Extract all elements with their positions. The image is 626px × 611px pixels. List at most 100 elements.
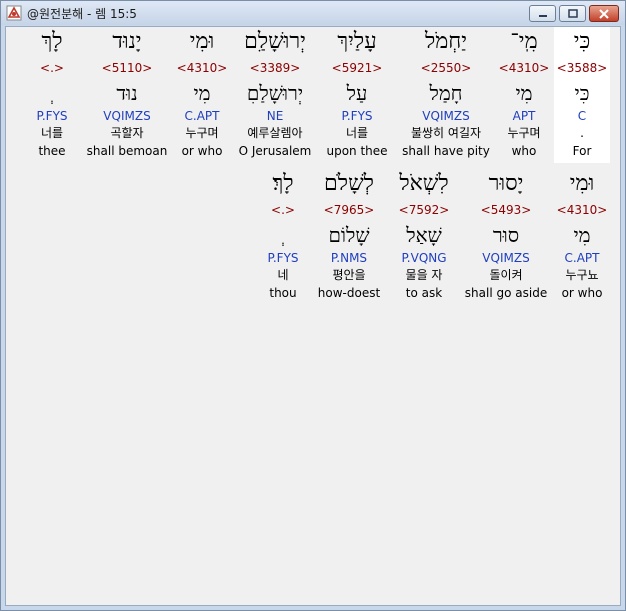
- lexical-form: מִי: [573, 223, 591, 247]
- window-title: @원전분해 - 렘 15:5: [27, 7, 137, 21]
- korean-gloss: 돌이켜: [489, 268, 523, 282]
- strongs-number: <3389>: [249, 61, 301, 75]
- morphology-code: P.FYS: [36, 109, 68, 123]
- english-gloss: who: [511, 144, 537, 158]
- morphology-code: P.FYS: [341, 109, 373, 123]
- word-column[interactable]: לָךְ <.>ְ P.FYS 너를 thee: [30, 27, 74, 163]
- korean-gloss: 불쌍히 여길자: [410, 126, 482, 140]
- close-button[interactable]: [589, 5, 619, 22]
- strongs-number: <5110>: [101, 61, 153, 75]
- lexical-form: שָׁלוֹם: [328, 223, 370, 247]
- hebrew-word: כִּי: [573, 29, 591, 54]
- morphology-code: P.VQNG: [401, 251, 447, 265]
- word-column[interactable]: וּמִי <4310> מִי C.APT 누구뇨 or who: [554, 169, 610, 305]
- morphology-code: APT: [512, 109, 536, 123]
- korean-gloss: 너를: [40, 126, 64, 140]
- word-column[interactable]: יְרוּשָׁלִַם <3389> יְרוּשָׁלַםִ NE 예루살렘아 O J…: [232, 27, 318, 163]
- word-column[interactable]: וּמִי <4310> מִי C.APT 누구며 or who: [174, 27, 230, 163]
- close-icon: [599, 9, 609, 19]
- lexical-form: נוּד: [116, 81, 138, 105]
- hebrew-word: יַחְמֹל: [424, 29, 468, 54]
- hebrew-word: לָךְ׃: [272, 171, 294, 196]
- word-column[interactable]: כִּי <3588> כִּי C. For: [554, 27, 610, 163]
- hebrew-word: יְרוּשָׁלִַם: [244, 29, 306, 54]
- strongs-number: <4310>: [498, 61, 550, 75]
- english-gloss: shall go aside: [464, 286, 548, 300]
- morphology-code: NE: [266, 109, 284, 123]
- word-column[interactable]: לְשָׁלֹם <7965> שָׁלוֹם P.NMS 평안을 how-doest: [314, 169, 384, 305]
- word-column[interactable]: יַחְמֹל <2550> חָמַל VQIMZS 불쌍히 여길자 shall hav…: [396, 27, 496, 163]
- english-gloss: For: [572, 144, 592, 158]
- strongs-number: <7592>: [398, 203, 450, 217]
- hebrew-word: לִשְׁאֹל: [399, 171, 449, 196]
- korean-gloss: 누구뇨: [565, 268, 599, 282]
- word-column[interactable]: יָנוּד <5110> נוּד VQIMZS 곡할자 shall bemoan: [82, 27, 172, 163]
- korean-gloss: 너를: [345, 126, 369, 140]
- strongs-number: <.>: [40, 61, 64, 75]
- hebrew-word: וּמִי: [189, 29, 215, 54]
- english-gloss: thou: [269, 286, 297, 300]
- word-column[interactable]: לִשְׁאֹל <7592> שָׁאַל P.VQNG 물을 자 to ask: [384, 169, 464, 305]
- english-gloss: thee: [38, 144, 66, 158]
- lexical-form: עַל: [346, 81, 368, 105]
- korean-gloss: 예루살렘아: [247, 126, 303, 140]
- lexical-form: מִי: [193, 81, 211, 105]
- strongs-number: <.>: [271, 203, 295, 217]
- hebrew-word: מִֽי־: [510, 29, 538, 54]
- word-column[interactable]: מִֽי־ <4310> מִי APT 누구며 who: [496, 27, 552, 163]
- english-gloss: how-doest: [317, 286, 381, 300]
- korean-gloss: 네: [277, 268, 289, 282]
- hebrew-word: יָסוּר: [488, 171, 524, 196]
- english-gloss: shall have pity: [402, 144, 490, 158]
- lexical-form: חָמַל: [429, 81, 463, 105]
- english-gloss: or who: [181, 144, 223, 158]
- app-window: @원전분해 - 렘 15:5 כִּי <3588> כִּי C. For מִֽי־ <…: [0, 0, 626, 611]
- hebrew-word: עָלַיִךְ: [337, 29, 377, 54]
- strongs-number: <4310>: [176, 61, 228, 75]
- korean-gloss: 물을 자: [405, 268, 443, 282]
- restore-icon: [567, 9, 578, 18]
- morphology-code: VQIMZS: [482, 251, 530, 265]
- title-bar[interactable]: @원전분해 - 렘 15:5: [1, 1, 625, 25]
- lexical-form: סוּר: [492, 223, 520, 247]
- hebrew-word: לְשָׁלֹם: [324, 171, 374, 196]
- hebrew-word: יָנוּד: [112, 29, 142, 54]
- morphology-code: P.NMS: [330, 251, 368, 265]
- interlinear-panel: כִּי <3588> כִּי C. For מִֽי־ <4310> מִי APT 누구며 w…: [5, 26, 621, 606]
- english-gloss: upon thee: [326, 144, 388, 158]
- lexical-form: ְ: [260, 223, 306, 247]
- lexical-form: כִּי: [574, 81, 590, 105]
- english-gloss: O Jerusalem: [238, 144, 312, 158]
- minimize-icon: [538, 15, 547, 17]
- word-column[interactable]: לָךְ׃ <.>ְ P.FYS 네 thou: [260, 169, 306, 305]
- morphology-code: C: [577, 109, 587, 123]
- morphology-code: VQIMZS: [103, 109, 151, 123]
- korean-gloss: 누구며: [507, 126, 541, 140]
- lexical-form: מִי: [515, 81, 533, 105]
- morphology-code: C.APT: [184, 109, 220, 123]
- korean-gloss: 평안을: [332, 268, 366, 282]
- english-gloss: shall bemoan: [86, 144, 168, 158]
- korean-gloss: 누구며: [185, 126, 219, 140]
- korean-gloss: .: [580, 126, 584, 140]
- maximize-button[interactable]: [559, 5, 586, 22]
- word-column[interactable]: עָלַיִךְ <5921> עַל P.FYS 너를 upon thee: [320, 27, 394, 163]
- strongs-number: <5493>: [480, 203, 532, 217]
- minimize-button[interactable]: [529, 5, 556, 22]
- word-column[interactable]: יָסוּר <5493> סוּר VQIMZS 돌이켜 shall go aside: [462, 169, 550, 305]
- strongs-number: <5921>: [331, 61, 383, 75]
- english-gloss: to ask: [405, 286, 443, 300]
- english-gloss: or who: [561, 286, 603, 300]
- lexical-form: יְרוּשָׁלַםִ: [246, 81, 304, 105]
- strongs-number: <4310>: [556, 203, 608, 217]
- strongs-number: <3588>: [556, 61, 608, 75]
- morphology-code: C.APT: [564, 251, 600, 265]
- morphology-code: P.FYS: [267, 251, 299, 265]
- hebrew-word: וּמִי: [569, 171, 595, 196]
- lexical-form: שָׁאַל: [406, 223, 442, 247]
- strongs-number: <2550>: [420, 61, 472, 75]
- korean-gloss: 곡할자: [110, 126, 144, 140]
- morphology-code: VQIMZS: [422, 109, 470, 123]
- lexical-form: ְ: [30, 81, 74, 105]
- hebrew-word: לָךְ: [41, 29, 63, 54]
